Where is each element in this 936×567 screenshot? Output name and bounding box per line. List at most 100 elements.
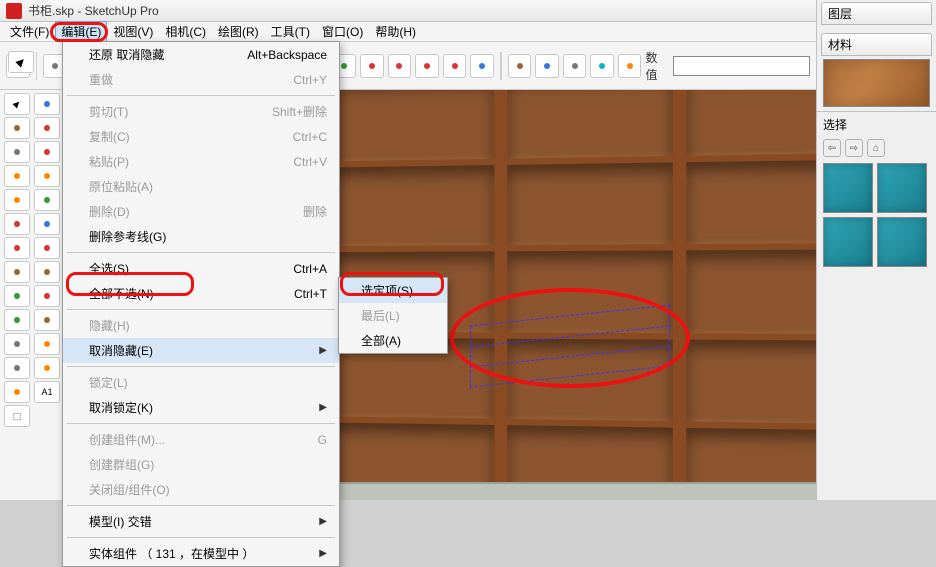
tape-icon[interactable] (34, 357, 60, 379)
material-thumbnails (817, 159, 936, 271)
component-icon[interactable] (535, 54, 559, 78)
menu-delete[interactable]: 删除(D)删除 (63, 199, 339, 224)
move-icon[interactable] (34, 285, 60, 307)
move-icon[interactable] (4, 213, 30, 235)
menu-copy[interactable]: 复制(C)Ctrl+C (63, 124, 339, 149)
menu-redo[interactable]: 重做Ctrl+Y (63, 67, 339, 92)
arc-icon[interactable] (34, 141, 60, 163)
menubar: 文件(F) 编辑(E) 视图(V) 相机(C) 绘图(R) 工具(T) 窗口(O… (0, 22, 936, 42)
material-thumb[interactable] (877, 217, 927, 267)
menu-file[interactable]: 文件(F) (4, 21, 55, 42)
select-mode-icons: ⇦ ⇨ ⌂ (817, 137, 936, 159)
look-icon[interactable] (4, 381, 30, 403)
menu-separator (67, 309, 335, 310)
zoom-icon[interactable] (415, 54, 439, 78)
zoom-extents-icon[interactable] (470, 54, 494, 78)
zoom-window-icon[interactable] (443, 54, 467, 78)
menu-cut[interactable]: 剪切(T)Shift+删除 (63, 99, 339, 124)
arc2-icon[interactable] (34, 189, 60, 211)
menu-close-group[interactable]: 关闭组/组件(O) (63, 477, 339, 502)
material-thumb[interactable] (877, 163, 927, 213)
home-icon[interactable]: ⌂ (867, 139, 885, 157)
material-thumb[interactable] (823, 217, 873, 267)
rect-icon[interactable] (4, 117, 30, 139)
menu-draw[interactable]: 绘图(R) (212, 21, 265, 42)
material-thumb[interactable] (823, 163, 873, 213)
back-icon[interactable]: ⇦ (823, 139, 841, 157)
line-icon[interactable] (34, 117, 60, 139)
followme-icon[interactable] (34, 213, 60, 235)
eraser-icon[interactable] (34, 93, 60, 115)
menu-delete-guides[interactable]: 删除参考线(G) (63, 224, 339, 249)
menu-view[interactable]: 视图(V) (107, 21, 159, 42)
tape-icon[interactable] (4, 261, 30, 283)
toolbar-separator (500, 52, 502, 80)
protractor-icon[interactable] (34, 333, 60, 355)
menu-intersect[interactable]: 模型(I) 交错▶ (63, 509, 339, 534)
dim-icon[interactable] (34, 309, 60, 331)
submenu-last[interactable]: 最后(L) (339, 303, 447, 328)
submenu-arrow-icon: ▶ (319, 548, 327, 559)
menu-paste-in-place[interactable]: 原位粘贴(A) (63, 174, 339, 199)
materials-tab[interactable]: 材料 (821, 33, 932, 56)
polygon-icon[interactable] (34, 165, 60, 187)
offset-icon[interactable] (4, 189, 30, 211)
annotation-rect-selected (340, 272, 444, 296)
axes-icon[interactable] (4, 285, 30, 307)
select-label: 选择 (817, 111, 936, 137)
left-toolbar-column: A1 ⬚ (0, 90, 70, 500)
menu-undo[interactable]: 还原 取消隐藏Alt+Backspace (63, 42, 339, 67)
menu-camera[interactable]: 相机(C) (159, 21, 212, 42)
menu-unlock[interactable]: 取消锁定(K)▶ (63, 395, 339, 420)
palette-select (4, 48, 38, 76)
right-panel: 图层 材料 选择 ⇦ ⇨ ⌂ (816, 0, 936, 500)
menu-solid-component[interactable]: 实体组件 （ 131 ，在模型中 ）▶ (63, 541, 339, 566)
submenu-arrow-icon: ▶ (319, 516, 327, 527)
submenu-all[interactable]: 全部(A) (339, 328, 447, 353)
gear-icon[interactable] (563, 54, 587, 78)
menu-paste[interactable]: 粘贴(P)Ctrl+V (63, 149, 339, 174)
hand-icon[interactable] (360, 54, 384, 78)
menu-make-component[interactable]: 创建组件(M)...G (63, 427, 339, 452)
menu-hide[interactable]: 隐藏(H) (63, 313, 339, 338)
text-icon[interactable] (34, 261, 60, 283)
menu-unhide[interactable]: 取消隐藏(E)▶ (63, 338, 339, 363)
titlebar: 书柜.skp - SketchUp Pro (0, 0, 936, 22)
walk-icon[interactable] (4, 357, 30, 379)
annotation-oval (450, 288, 690, 388)
person-icon[interactable] (618, 54, 642, 78)
section-icon[interactable] (4, 333, 30, 355)
menu-separator (67, 537, 335, 538)
annotation-rect-unhide (66, 272, 194, 296)
menu-window[interactable]: 窗口(O) (316, 21, 369, 42)
house-icon[interactable] (508, 54, 532, 78)
annotation-rect-edit-menu (50, 22, 108, 42)
select-tool[interactable] (8, 51, 34, 73)
paint-icon[interactable] (4, 309, 30, 331)
app-icon (6, 3, 22, 19)
menu-make-group[interactable]: 创建群组(G) (63, 452, 339, 477)
menu-separator (67, 95, 335, 96)
export-icon[interactable] (590, 54, 614, 78)
scale-icon[interactable] (34, 237, 60, 259)
submenu-arrow-icon: ▶ (319, 345, 327, 356)
label-a1-icon[interactable]: A1 (34, 381, 60, 403)
layers-tab[interactable]: 图层 (821, 2, 932, 25)
menu-separator (67, 423, 335, 424)
label-a2-icon[interactable]: ⬚ (4, 405, 30, 427)
value-input[interactable] (673, 56, 810, 76)
material-preview[interactable] (823, 59, 930, 107)
select-tool[interactable] (4, 93, 30, 115)
menu-help[interactable]: 帮助(H) (369, 21, 422, 42)
pushpull-icon[interactable] (4, 165, 30, 187)
menu-tools[interactable]: 工具(T) (265, 21, 316, 42)
zoom-icon[interactable] (388, 54, 412, 78)
menu-separator (67, 366, 335, 367)
submenu-arrow-icon: ▶ (319, 402, 327, 413)
fwd-icon[interactable]: ⇨ (845, 139, 863, 157)
menu-separator (67, 252, 335, 253)
rotate-icon[interactable] (4, 237, 30, 259)
circle-icon[interactable] (4, 141, 30, 163)
edit-dropdown: 还原 取消隐藏Alt+Backspace 重做Ctrl+Y 剪切(T)Shift… (62, 41, 340, 567)
menu-lock[interactable]: 锁定(L) (63, 370, 339, 395)
